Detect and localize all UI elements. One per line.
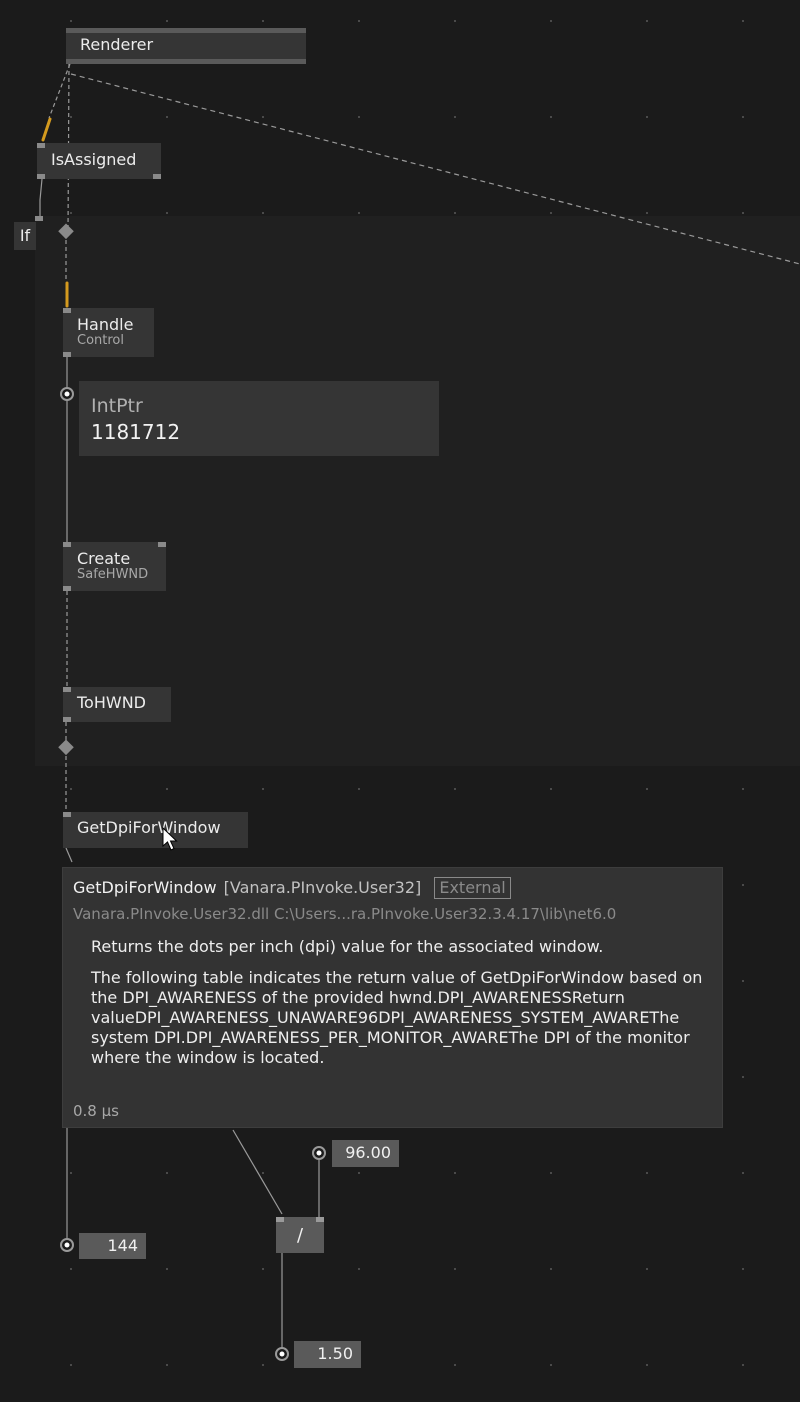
value-box-type: IntPtr	[91, 395, 143, 417]
dpi-iobox-value: 144	[107, 1236, 138, 1255]
isassigned-output-pin-right[interactable]	[153, 174, 161, 179]
link-getdpi-out[interactable]	[65, 847, 73, 863]
handle-input-pin[interactable]	[63, 308, 71, 313]
const-iobox-value: 96.00	[345, 1143, 391, 1162]
mouse-cursor-icon	[162, 827, 178, 851]
create-input-pin-right[interactable]	[158, 542, 166, 547]
handle-title: Handle	[77, 315, 134, 334]
create-input-pin-left[interactable]	[63, 542, 71, 547]
value-box-value: 1181712	[91, 420, 181, 444]
result-iobox[interactable]: 1.50	[294, 1341, 361, 1368]
node-tooltip: GetDpiForWindow [Vanara.PInvoke.User32] …	[62, 867, 723, 1128]
if-title: If	[19, 226, 31, 245]
tohwnd-node[interactable]: ToHWND	[63, 687, 171, 722]
create-subtitle: SafeHWND	[77, 567, 149, 582]
tooltip-name: GetDpiForWindow	[73, 878, 217, 897]
divide-title: /	[296, 1225, 304, 1246]
dpi-iobox[interactable]: 144	[79, 1233, 146, 1259]
tooltip-namespace: [Vanara.PInvoke.User32]	[223, 878, 422, 897]
renderer-output-pins[interactable]	[66, 59, 306, 64]
if-node[interactable]: If	[14, 222, 36, 250]
divide-node[interactable]: /	[276, 1217, 324, 1253]
divide-input-pin-right[interactable]	[316, 1217, 324, 1222]
divide-input-pin-left[interactable]	[276, 1217, 284, 1222]
tohwnd-output-pin[interactable]	[63, 717, 71, 722]
renderer-input-pins[interactable]	[66, 28, 306, 33]
tooltip-summary: Returns the dots per inch (dpi) value fo…	[91, 937, 604, 956]
tooltip-timing: 0.8 µs	[73, 1102, 119, 1120]
tooltip-external-badge: External	[434, 877, 511, 899]
if-diamond-top-pin[interactable]	[58, 223, 74, 240]
getdpi-input-pin[interactable]	[63, 812, 71, 817]
if-condition-pin[interactable]	[35, 216, 43, 221]
isassigned-input-pin[interactable]	[37, 143, 45, 148]
if-diamond-bottom-pin[interactable]	[58, 739, 74, 756]
getdpiforwindow-node[interactable]: GetDpiForWindow	[63, 812, 248, 848]
isassigned-node[interactable]: IsAssigned	[37, 143, 161, 179]
handle-output-pin[interactable]	[63, 352, 71, 357]
link-highlight-isassigned	[41, 117, 52, 142]
renderer-node[interactable]: Renderer	[66, 28, 306, 64]
handle-node[interactable]: Handle Control	[63, 308, 154, 357]
getdpi-title: GetDpiForWindow	[77, 818, 221, 837]
const-iobox[interactable]: 96.00	[332, 1140, 399, 1167]
tohwnd-title: ToHWND	[77, 693, 146, 712]
create-output-pin[interactable]	[63, 586, 71, 591]
intptr-value-box[interactable]: IntPtr 1181712	[79, 381, 439, 456]
tooltip-remarks: The following table indicates the return…	[91, 968, 703, 1067]
create-title: Create	[77, 549, 131, 568]
handle-subtitle: Control	[77, 333, 124, 348]
isassigned-output-pin-left[interactable]	[37, 174, 45, 179]
tooltip-assembly-path: Vanara.PInvoke.User32.dll C:\Users...ra.…	[73, 905, 617, 923]
create-node[interactable]: Create SafeHWND	[63, 542, 166, 591]
link-isassigned-if[interactable]	[39, 178, 43, 216]
link-renderer-isassigned[interactable]	[48, 63, 71, 119]
link-renderer-to-offscreen[interactable]	[70, 73, 800, 265]
link-getdpi-divide[interactable]	[232, 1129, 283, 1215]
tooltip-header: GetDpiForWindow [Vanara.PInvoke.User32] …	[73, 877, 511, 899]
isassigned-title: IsAssigned	[51, 150, 137, 169]
tohwnd-input-pin[interactable]	[63, 687, 71, 692]
result-iobox-value: 1.50	[317, 1344, 353, 1363]
